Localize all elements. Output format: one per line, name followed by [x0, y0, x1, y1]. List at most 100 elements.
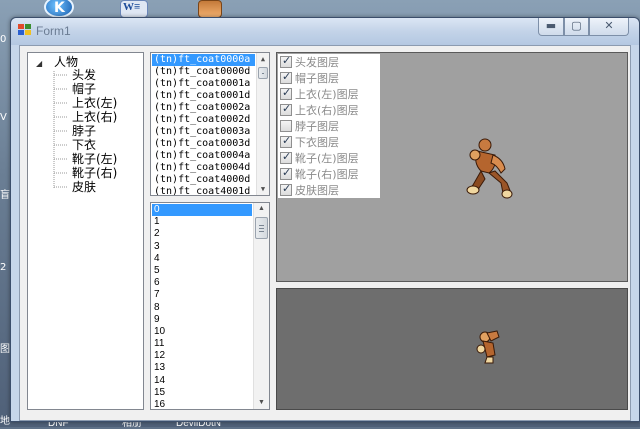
frame-index-item[interactable]: 3	[152, 241, 252, 253]
layer-checkbox-label: 头发图层	[295, 56, 339, 69]
character-sprite-small	[476, 330, 500, 364]
frame-index-item[interactable]: 9	[152, 314, 252, 326]
form-app-icon[interactable]	[18, 24, 32, 36]
scroll-thumb[interactable]	[255, 217, 268, 239]
coat-file-item[interactable]: (tn)ft_coat4001d	[152, 186, 255, 195]
frame-index-item[interactable]: 1	[152, 216, 252, 228]
layer-checkbox[interactable]	[280, 86, 292, 100]
tree-node-pants[interactable]: 下衣	[72, 138, 96, 152]
frame-index-item[interactable]: 11	[152, 338, 252, 350]
scroll-up-arrow-icon[interactable]: ▲	[254, 203, 269, 215]
edge-char: 图	[0, 344, 10, 355]
frame-index-item[interactable]: 16	[152, 399, 252, 409]
coat-file-item[interactable]: (tn)ft_coat0004a	[152, 150, 255, 162]
part-preview-panel	[276, 288, 628, 410]
coat-file-item[interactable]: (tn)ft_coat0003d	[152, 138, 255, 150]
frame-index-item[interactable]: 13	[152, 362, 252, 374]
frame-index-item[interactable]: 4	[152, 253, 252, 265]
frame-index-item[interactable]: 10	[152, 326, 252, 338]
coat-file-item[interactable]: (tn)ft_coat0000a	[152, 54, 255, 66]
tree-node-hat[interactable]: 帽子	[72, 82, 96, 96]
frame-index-item[interactable]: 12	[152, 350, 252, 362]
layer-checkbox-label: 上衣(左)图层	[295, 88, 359, 101]
layer-checkbox[interactable]	[280, 120, 292, 132]
tree-node-coat-right[interactable]: 上衣(右)	[72, 110, 117, 124]
coat-file-listbox[interactable]: (tn)ft_coat0000a (tn)ft_coat0000d (tn)ft_c…	[150, 52, 270, 196]
coat-file-item[interactable]: (tn)ft_coat4000d	[152, 174, 255, 186]
frame-list-scrollbar[interactable]: ▲ ▼	[253, 203, 269, 409]
layer-checkbox[interactable]	[280, 54, 292, 68]
coat-file-item[interactable]: (tn)ft_coat0000d	[152, 66, 255, 78]
layer-checkbox-label: 靴子(右)图层	[295, 168, 359, 181]
word-icon-letter: W≡	[123, 1, 141, 13]
scroll-down-arrow-icon[interactable]: ▼	[254, 397, 269, 409]
coat-file-item[interactable]: (tn)ft_coat0002a	[152, 102, 255, 114]
layer-checkbox-row[interactable]: 头发图层	[280, 54, 339, 70]
frame-index-listbox[interactable]: 0 1 2 3 4 5 6 7 8 9 10 11 12 13 14 15 16 ▲ ▼	[150, 202, 270, 410]
coat-file-item[interactable]: (tn)ft_coat0001a	[152, 78, 255, 90]
tree-node-hair[interactable]: 头发	[72, 68, 96, 82]
file-list-scrollbar[interactable]: ▲ ▼	[256, 53, 269, 195]
scroll-down-arrow-icon[interactable]: ▼	[257, 183, 269, 195]
layer-checkbox-label: 脖子图层	[295, 120, 339, 133]
scroll-up-arrow-icon[interactable]: ▲	[257, 53, 269, 65]
character-parts-tree[interactable]: ◢ 人物 头发 帽子 上衣(左) 上衣(右) 脖子 下衣 靴子(左) 靴子(右)…	[27, 52, 144, 410]
layer-checkbox[interactable]	[280, 134, 292, 148]
frame-index-item[interactable]: 15	[152, 387, 252, 399]
frame-index-item[interactable]: 2	[152, 228, 252, 240]
tree-node-shoes-left[interactable]: 靴子(左)	[72, 152, 117, 166]
layer-checkbox-row[interactable]: 皮肤图层	[280, 182, 339, 198]
frame-index-item[interactable]: 6	[152, 277, 252, 289]
tree-root-label: 人物	[54, 55, 79, 69]
minimize-button[interactable]: ▬	[538, 18, 564, 36]
layer-checkbox[interactable]	[280, 182, 292, 196]
layer-checkbox-row[interactable]: 靴子(右)图层	[280, 166, 359, 182]
word-document-icon[interactable]: W≡	[120, 0, 148, 18]
scroll-thumb[interactable]	[258, 67, 268, 79]
coat-file-item[interactable]: (tn)ft_coat0003a	[152, 126, 255, 138]
window-title: Form1	[36, 24, 71, 38]
layer-checkbox-row[interactable]: 帽子图层	[280, 70, 339, 86]
game-app-icon[interactable]	[198, 0, 222, 18]
layer-checkbox-row[interactable]: 下衣图层	[280, 134, 339, 150]
composite-preview-panel: 头发图层帽子图层上衣(左)图层上衣(右)图层脖子图层下衣图层靴子(左)图层靴子(…	[276, 52, 628, 282]
tree-node-coat-left[interactable]: 上衣(左)	[72, 96, 117, 110]
layer-checkbox[interactable]	[280, 70, 292, 84]
tree-node-shoes-right[interactable]: 靴子(右)	[72, 166, 117, 180]
k-icon-letter: K	[54, 0, 65, 16]
layer-checkbox-row[interactable]: 脖子图层	[280, 118, 339, 134]
layer-checkbox-row[interactable]: 上衣(右)图层	[280, 102, 359, 118]
tree-root-node[interactable]: ◢ 人物	[36, 55, 78, 69]
frame-index-items: 0 1 2 3 4 5 6 7 8 9 10 11 12 13 14 15 16	[152, 204, 252, 409]
layer-checkbox[interactable]	[280, 150, 292, 164]
tree-connector-lines	[53, 71, 68, 189]
layer-checkbox-label: 靴子(左)图层	[295, 152, 359, 165]
coat-file-item[interactable]: (tn)ft_coat0004d	[152, 162, 255, 174]
character-sprite-large	[466, 138, 513, 199]
frame-index-item[interactable]: 7	[152, 289, 252, 301]
tree-node-skin[interactable]: 皮肤	[72, 180, 96, 194]
form-client-area: ◢ 人物 头发 帽子 上衣(左) 上衣(右) 脖子 下衣 靴子(左) 靴子(右)…	[19, 45, 631, 421]
frame-index-item[interactable]: 0	[152, 204, 252, 217]
edge-char: 2	[0, 262, 7, 273]
title-bar[interactable]: Form1 ▬ ▢ ✕	[11, 18, 639, 45]
frame-index-item[interactable]: 5	[152, 265, 252, 277]
coat-file-item[interactable]: (tn)ft_coat0002d	[152, 114, 255, 126]
coat-file-item[interactable]: (tn)ft_coat0001d	[152, 90, 255, 102]
close-button[interactable]: ✕	[589, 18, 629, 36]
frame-index-item[interactable]: 14	[152, 375, 252, 387]
desktop-left-edge: 0 Ⅴ 盲 2 图 地	[0, 0, 10, 427]
layer-checkbox-label: 上衣(右)图层	[295, 104, 359, 117]
edge-char: 0	[0, 34, 7, 45]
layer-checkbox-row[interactable]: 上衣(左)图层	[280, 86, 359, 102]
coat-file-items: (tn)ft_coat0000a (tn)ft_coat0000d (tn)ft_c…	[152, 54, 255, 195]
frame-index-item[interactable]: 8	[152, 302, 252, 314]
window-controls: ▬ ▢ ✕	[538, 18, 629, 36]
layer-checkbox-row[interactable]: 靴子(左)图层	[280, 150, 359, 166]
k-app-icon[interactable]: K	[44, 0, 74, 18]
maximize-button[interactable]: ▢	[564, 18, 589, 36]
tree-node-neck[interactable]: 脖子	[72, 124, 96, 138]
layer-checkbox[interactable]	[280, 166, 292, 180]
layer-checkbox[interactable]	[280, 102, 292, 116]
collapse-arrow-icon[interactable]: ◢	[36, 57, 46, 71]
